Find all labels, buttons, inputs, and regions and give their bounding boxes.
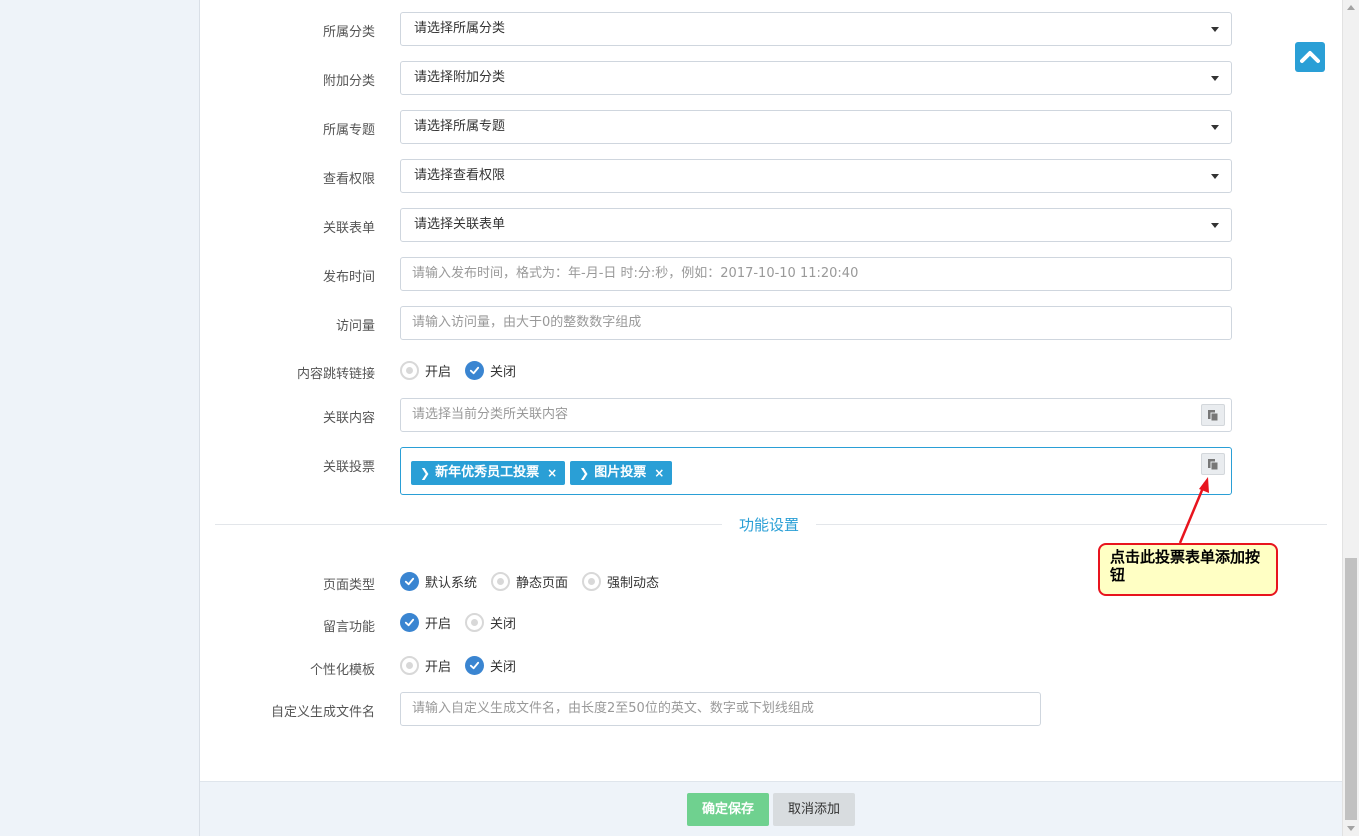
page-type-radio-group: 默认系统 静态页面 强制动态 xyxy=(400,572,673,591)
annotation-callout: 点击此投票表单添加按钮 xyxy=(1098,543,1278,596)
comment-off-radio[interactable]: 关闭 xyxy=(465,613,516,632)
radio-off-icon xyxy=(465,613,485,632)
extra-category-label: 附加分类 xyxy=(322,74,375,89)
comment-on-radio[interactable]: 开启 xyxy=(400,613,451,632)
scroll-thumb[interactable] xyxy=(1345,558,1357,820)
custom-template-label: 个性化模板 xyxy=(309,663,375,678)
publish-time-label: 发布时间 xyxy=(322,270,375,285)
chevron-up-icon xyxy=(1300,51,1320,63)
topic-select[interactable]: 请选择所属专题 xyxy=(400,110,1232,144)
section-title: 功能设置 xyxy=(722,514,817,535)
topic-value: 请选择所属专题 xyxy=(414,119,506,134)
close-icon[interactable]: × xyxy=(547,457,557,489)
comment-radio-group: 开启 关闭 xyxy=(400,613,530,632)
caret-down-icon xyxy=(1211,125,1219,130)
vote-tag-label: 图片投票 xyxy=(594,465,647,480)
page-type-default-label: 默认系统 xyxy=(425,576,478,591)
radio-off-icon xyxy=(400,361,419,380)
chevron-right-icon: ❯ xyxy=(420,466,431,480)
radio-off-icon xyxy=(582,572,602,591)
check-icon xyxy=(400,613,419,632)
form-footer: 确定保存 取消添加 xyxy=(200,781,1342,836)
page-type-dynamic-radio[interactable]: 强制动态 xyxy=(582,572,659,591)
comment-label: 留言功能 xyxy=(322,620,375,635)
scroll-up-icon[interactable] xyxy=(1347,5,1355,10)
vote-tag[interactable]: ❯ 新年优秀员工投票 × xyxy=(411,461,566,485)
jump-link-radio-group: 开启 关闭 xyxy=(400,361,530,380)
vertical-scrollbar[interactable] xyxy=(1342,0,1359,836)
jump-link-off-label: 关闭 xyxy=(490,365,517,380)
chevron-right-icon: ❯ xyxy=(579,466,590,480)
caret-down-icon xyxy=(1211,27,1219,32)
page-type-label: 页面类型 xyxy=(322,578,375,593)
custom-template-on-radio[interactable]: 开启 xyxy=(400,656,451,675)
page-type-dynamic-label: 强制动态 xyxy=(607,576,660,591)
scroll-down-icon[interactable] xyxy=(1347,826,1355,831)
view-permission-value: 请选择查看权限 xyxy=(414,168,506,183)
linked-content-placeholder: 请选择当前分类所关联内容 xyxy=(412,407,569,422)
comment-on-label: 开启 xyxy=(425,617,452,632)
linked-content-input[interactable]: 请选择当前分类所关联内容 xyxy=(400,398,1232,432)
form-panel: 所属分类 请选择所属分类 附加分类 请选择附加分类 所属专题 请选择所属专题 查… xyxy=(200,0,1342,781)
check-icon xyxy=(465,361,485,380)
caret-down-icon xyxy=(1211,174,1219,179)
back-to-top-button[interactable] xyxy=(1295,42,1325,72)
visits-input[interactable]: 请输入访问量，由大于0的整数数字组成 xyxy=(400,306,1232,340)
vote-tag[interactable]: ❯ 图片投票 × xyxy=(570,461,673,485)
linked-vote-input[interactable]: ❯ 新年优秀员工投票 × ❯ 图片投票 × xyxy=(400,447,1232,495)
jump-link-label: 内容跳转链接 xyxy=(296,367,375,382)
jump-link-on-label: 开启 xyxy=(425,365,452,380)
close-icon[interactable]: × xyxy=(654,457,664,489)
radio-off-icon xyxy=(491,572,511,591)
linked-content-label: 关联内容 xyxy=(322,411,375,426)
caret-down-icon xyxy=(1211,223,1219,228)
linked-form-select[interactable]: 请选择关联表单 xyxy=(400,208,1232,242)
page-type-default-radio[interactable]: 默认系统 xyxy=(400,572,477,591)
custom-template-radio-group: 开启 关闭 xyxy=(400,656,530,675)
filename-input[interactable]: 请输入自定义生成文件名，由长度2至50位的英文、数字或下划线组成 xyxy=(400,692,1041,726)
topic-label: 所属专题 xyxy=(322,123,375,138)
check-icon xyxy=(400,572,419,591)
custom-template-off-radio[interactable]: 关闭 xyxy=(465,656,516,675)
vote-tag-label: 新年优秀员工投票 xyxy=(435,465,540,480)
extra-category-select[interactable]: 请选择附加分类 xyxy=(400,61,1232,95)
callout-arrow xyxy=(1178,477,1209,544)
copy-icon[interactable] xyxy=(1201,404,1225,426)
caret-down-icon xyxy=(1211,76,1219,81)
filename-label: 自定义生成文件名 xyxy=(270,705,375,720)
publish-time-input[interactable]: 请输入发布时间，格式为：年-月-日 时:分:秒，例如：2017-10-10 11… xyxy=(400,257,1232,291)
linked-form-label: 关联表单 xyxy=(322,221,375,236)
page-type-static-radio[interactable]: 静态页面 xyxy=(491,572,568,591)
category-label: 所属分类 xyxy=(322,25,375,40)
category-value: 请选择所属分类 xyxy=(414,21,506,36)
comment-off-label: 关闭 xyxy=(490,617,517,632)
custom-template-on-label: 开启 xyxy=(425,660,452,675)
view-permission-label: 查看权限 xyxy=(322,172,375,187)
linked-vote-label: 关联投票 xyxy=(322,460,375,475)
page-type-static-label: 静态页面 xyxy=(516,576,569,591)
visits-label: 访问量 xyxy=(335,319,375,334)
linked-form-value: 请选择关联表单 xyxy=(414,217,506,232)
radio-off-icon xyxy=(400,656,419,675)
jump-link-off-radio[interactable]: 关闭 xyxy=(465,361,516,380)
extra-category-value: 请选择附加分类 xyxy=(414,70,506,85)
check-icon xyxy=(465,656,485,675)
left-sidebar xyxy=(0,0,200,836)
view-permission-select[interactable]: 请选择查看权限 xyxy=(400,159,1232,193)
copy-icon[interactable] xyxy=(1201,453,1225,475)
jump-link-on-radio[interactable]: 开启 xyxy=(400,361,451,380)
custom-template-off-label: 关闭 xyxy=(490,660,517,675)
save-button[interactable]: 确定保存 xyxy=(687,793,769,826)
cancel-button[interactable]: 取消添加 xyxy=(773,793,855,826)
category-select[interactable]: 请选择所属分类 xyxy=(400,12,1232,46)
